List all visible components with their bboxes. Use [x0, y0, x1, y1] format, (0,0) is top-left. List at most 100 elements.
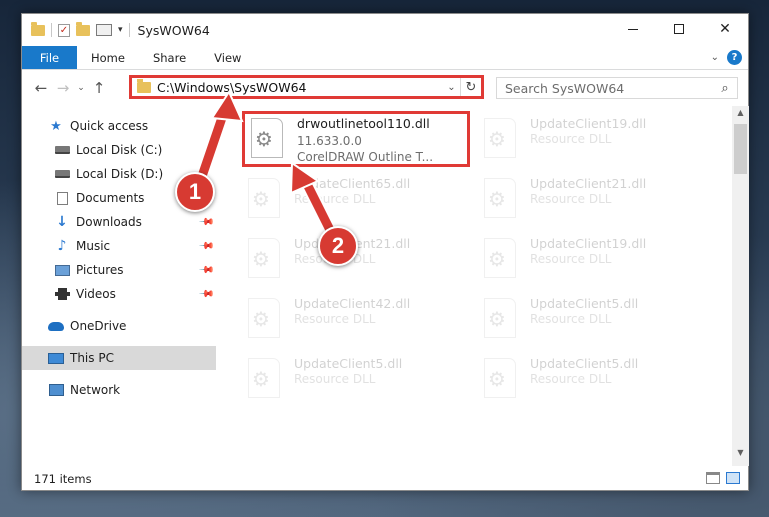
folder-icon [137, 78, 151, 93]
network-icon [48, 383, 64, 397]
help-icon[interactable]: ? [727, 50, 742, 65]
sidebar-item-videos[interactable]: Videos 📌 [22, 282, 216, 306]
window-title: SysWOW64 [137, 22, 210, 38]
file-name: UpdateClient21.dll [530, 176, 647, 191]
sidebar-item-label: Videos [76, 287, 116, 301]
quick-access-toolbar: ✓ ▾ [22, 21, 130, 37]
dll-file-icon [484, 298, 516, 338]
file-description: Resource DLL [294, 312, 376, 326]
file-name: UpdateClient19.dll [530, 236, 647, 251]
step-2-badge: 2 [318, 226, 358, 266]
forward-button[interactable]: → [52, 79, 74, 97]
pin-icon[interactable]: 📌 [197, 286, 214, 303]
sidebar-item-label: Downloads [76, 215, 142, 229]
minimize-button[interactable] [610, 14, 656, 44]
file-description: Resource DLL [530, 192, 612, 206]
dll-file-icon [484, 118, 516, 158]
vertical-scrollbar[interactable]: ▲ ▼ [732, 106, 749, 466]
close-button[interactable]: ✕ [702, 14, 748, 44]
file-description: Resource DLL [530, 372, 612, 386]
disk-icon [54, 143, 70, 157]
details-view-icon[interactable] [706, 472, 720, 484]
document-icon [54, 191, 70, 205]
file-item[interactable]: UpdateClient42.dll Resource DLL [242, 294, 470, 350]
file-item[interactable]: UpdateClient19.dll Resource DLL [478, 234, 706, 290]
folder-icon [31, 21, 45, 36]
sidebar-item-onedrive[interactable]: OneDrive [22, 314, 216, 338]
window-controls: ✕ [610, 14, 748, 44]
search-input[interactable]: Search SysWOW64 ⌕ [496, 77, 738, 99]
tab-home[interactable]: Home [77, 46, 139, 69]
properties-icon[interactable] [96, 24, 112, 36]
file-item[interactable]: UpdateClient19.dll Resource DLL [478, 114, 706, 170]
navigation-bar: ← → ⌄ ↑ C:\Windows\SysWOW64 ⌄ ↻ Search S… [22, 70, 748, 106]
scroll-up-arrow-icon[interactable]: ▲ [732, 108, 749, 124]
search-icon[interactable]: ⌕ [713, 81, 737, 96]
sidebar-item-quick-access[interactable]: ★ Quick access [22, 114, 216, 138]
video-icon [54, 287, 70, 301]
address-dropdown-chevron-icon[interactable]: ⌄ [443, 78, 461, 96]
recent-locations-dropdown[interactable]: ⌄ [74, 83, 88, 93]
new-folder-icon[interactable] [76, 21, 90, 36]
pin-icon[interactable]: 📌 [197, 214, 214, 231]
sidebar-item-label: Local Disk (D:) [76, 167, 164, 181]
sidebar-item-label: This PC [70, 351, 114, 365]
minimize-icon [628, 28, 638, 30]
file-item[interactable]: UpdateClient21.dll Resource DLL [478, 174, 706, 230]
sidebar-item-local-disk-c[interactable]: Local Disk (C:) [22, 138, 216, 162]
disk-icon [54, 167, 70, 181]
address-path[interactable]: C:\Windows\SysWOW64 [157, 80, 443, 95]
dll-file-icon [484, 238, 516, 278]
ribbon-tabs: File Home Share View ⌄ ? [22, 46, 748, 70]
sidebar-item-label: Documents [76, 191, 145, 205]
maximize-button[interactable] [656, 14, 702, 44]
title-bar: ✓ ▾ SysWOW64 ✕ [22, 14, 748, 46]
back-button[interactable]: ← [30, 79, 52, 97]
properties-check-icon[interactable]: ✓ [58, 23, 70, 37]
address-bar[interactable]: C:\Windows\SysWOW64 ⌄ ↻ [129, 75, 484, 99]
file-item-drwoutlinetool110[interactable]: drwoutlinetool110.dll 11.633.0.0 CorelDR… [242, 111, 470, 167]
file-item[interactable]: UpdateClient65.dll Resource DLL [242, 174, 470, 230]
sidebar-item-network[interactable]: Network [22, 378, 216, 402]
sidebar-item-label: Pictures [76, 263, 124, 277]
sidebar-item-music[interactable]: ♪ Music 📌 [22, 234, 216, 258]
sidebar-item-pictures[interactable]: Pictures 📌 [22, 258, 216, 282]
dll-file-icon [484, 358, 516, 398]
large-icons-view-icon[interactable] [726, 472, 740, 484]
up-button[interactable]: ↑ [88, 79, 110, 97]
dll-file-icon [248, 238, 280, 278]
sidebar-item-downloads[interactable]: ↓ Downloads 📌 [22, 210, 216, 234]
sidebar-item-label: Network [70, 383, 121, 397]
pin-icon[interactable]: 📌 [197, 238, 214, 255]
scroll-down-arrow-icon[interactable]: ▼ [732, 448, 749, 464]
scrollbar-thumb[interactable] [734, 124, 747, 174]
expand-ribbon-chevron-icon[interactable]: ⌄ [711, 52, 719, 63]
file-name: UpdateClient42.dll [294, 296, 411, 311]
tab-view[interactable]: View [200, 46, 255, 69]
sidebar-item-label: Quick access [70, 119, 149, 133]
toolbar-divider [51, 23, 52, 37]
file-item[interactable]: UpdateClient5.dll Resource DLL [478, 294, 706, 350]
pin-icon[interactable]: 📌 [197, 262, 214, 279]
file-item[interactable]: UpdateClient5.dll Resource DLL [478, 354, 706, 410]
tab-share[interactable]: Share [139, 46, 200, 69]
refresh-button[interactable]: ↻ [461, 80, 481, 95]
file-name: drwoutlinetool110.dll [297, 116, 430, 131]
customize-toolbar-dropdown-icon[interactable]: ▾ [118, 25, 123, 35]
music-icon: ♪ [57, 238, 67, 254]
search-placeholder[interactable]: Search SysWOW64 [505, 81, 713, 96]
file-description: CorelDRAW Outline T... [297, 150, 434, 164]
toolbar-divider [128, 23, 130, 37]
file-description: Resource DLL [294, 372, 376, 386]
file-name: UpdateClient5.dll [530, 356, 639, 371]
sidebar-item-this-pc[interactable]: This PC [22, 346, 216, 370]
file-version: 11.633.0.0 [297, 134, 362, 148]
dll-file-icon [248, 298, 280, 338]
file-item[interactable]: UpdateClient5.dll Resource DLL [242, 354, 470, 410]
file-description: Resource DLL [530, 132, 612, 146]
dll-file-icon [251, 118, 283, 158]
dll-file-icon [248, 178, 280, 218]
tab-file[interactable]: File [22, 46, 77, 69]
navigation-pane: ★ Quick access Local Disk (C:) Local Dis… [22, 106, 218, 466]
file-name: UpdateClient65.dll [294, 176, 411, 191]
